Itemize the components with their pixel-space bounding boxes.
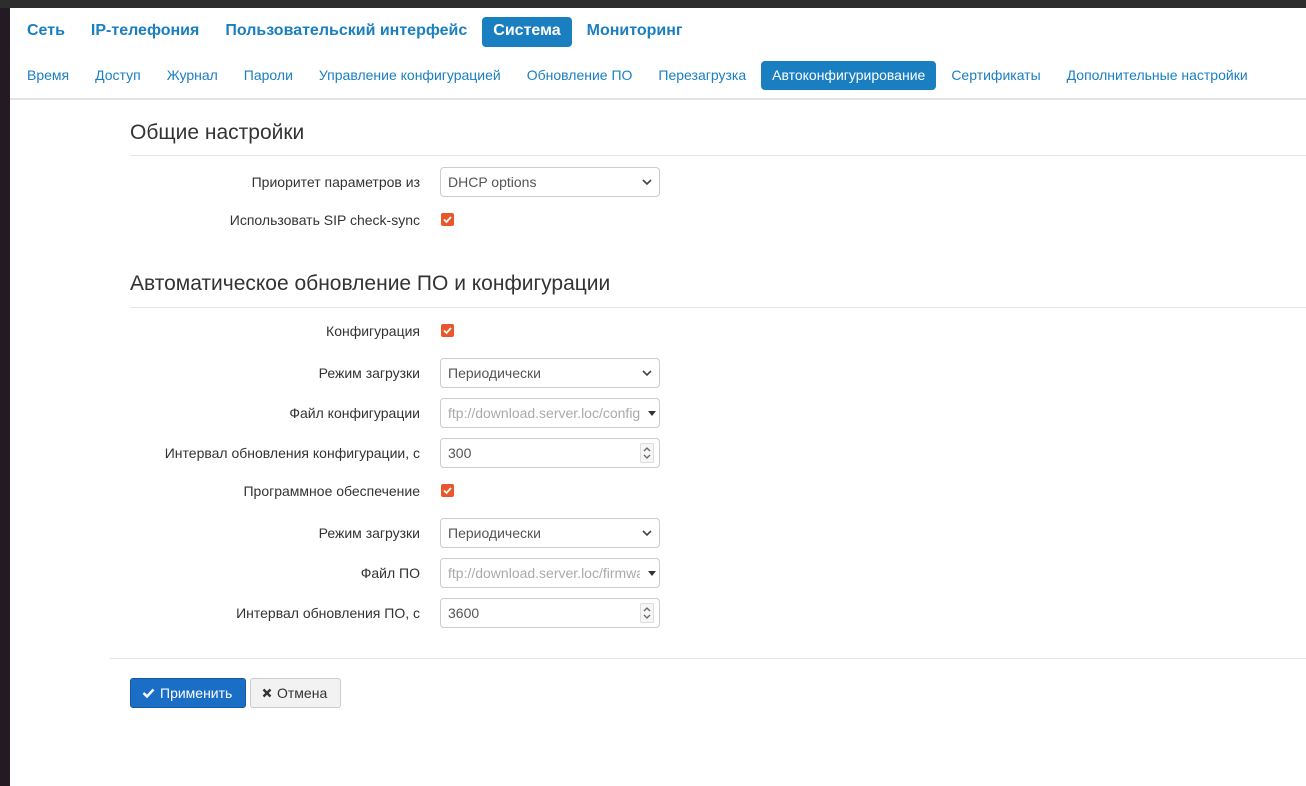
config-file-row: Файл конфигурации ftp://download.server.…	[10, 398, 1306, 428]
sip-check-sync-checkbox[interactable]	[441, 213, 454, 226]
config-interval-value: 300	[448, 445, 472, 461]
sub-nav-log[interactable]: Журнал	[156, 61, 229, 90]
main-nav-network[interactable]: Сеть	[16, 17, 76, 47]
firmware-row: Программное обеспечение	[10, 476, 1306, 506]
window-left-frame	[0, 8, 10, 786]
firmware-interval-value: 3600	[448, 605, 480, 621]
sub-nav-time[interactable]: Время	[16, 61, 80, 90]
nav-divider	[10, 98, 1306, 100]
main-nav-ip-telephony[interactable]: IP-телефония	[80, 17, 210, 47]
check-icon	[443, 216, 452, 224]
number-spinner[interactable]	[640, 603, 654, 623]
sip-check-sync-row: Использовать SIP check-sync	[10, 205, 1306, 235]
general-settings-title: Общие настройки	[130, 121, 305, 144]
apply-button-label: Применить	[160, 685, 233, 701]
config-interval-row: Интервал обновления конфигурации, с 300	[10, 438, 1306, 468]
section-divider	[130, 307, 1306, 308]
main-nav: Сеть IP-телефония Пользовательский интер…	[16, 17, 698, 47]
firmware-file-row: Файл ПО ftp://download.server.loc/firmwa…	[10, 558, 1306, 588]
firmware-label: Программное обеспечение	[243, 483, 420, 499]
config-row: Конфигурация	[10, 316, 1306, 346]
spinner-arrows-icon	[643, 447, 651, 459]
firmware-file-label: Файл ПО	[360, 565, 420, 581]
priority-row: Приоритет параметров из DHCP options	[10, 167, 1306, 197]
window-top-bar	[0, 0, 1306, 8]
firmware-file-value: ftp://download.server.loc/firmware	[448, 565, 640, 581]
cancel-button[interactable]: Отмена	[250, 678, 341, 708]
config-file-value: ftp://download.server.loc/config	[448, 405, 640, 421]
sub-nav-config-management[interactable]: Управление конфигурацией	[308, 61, 512, 90]
config-file-combobox[interactable]: ftp://download.server.loc/config	[440, 398, 660, 428]
number-spinner[interactable]	[640, 443, 654, 463]
sub-nav-advanced-settings[interactable]: Дополнительные настройки	[1056, 61, 1259, 90]
config-label: Конфигурация	[326, 323, 420, 339]
firmware-interval-input[interactable]: 3600	[440, 598, 660, 628]
spinner-arrows-icon	[643, 607, 651, 619]
firmware-mode-select[interactable]: Периодически	[440, 518, 660, 548]
priority-select-value: DHCP options	[448, 174, 537, 190]
config-interval-label: Интервал обновления конфигурации, с	[164, 445, 420, 461]
config-mode-value: Периодически	[448, 365, 541, 381]
firmware-interval-row: Интервал обновления ПО, с 3600	[10, 598, 1306, 628]
sub-nav: Время Доступ Журнал Пароли Управление ко…	[16, 61, 1263, 90]
config-mode-select[interactable]: Периодически	[440, 358, 660, 388]
firmware-interval-label: Интервал обновления ПО, с	[236, 605, 420, 621]
config-checkbox[interactable]	[441, 324, 454, 337]
sub-nav-reboot[interactable]: Перезагрузка	[647, 61, 757, 90]
chevron-down-icon	[642, 370, 652, 377]
sip-check-sync-label: Использовать SIP check-sync	[229, 212, 420, 228]
caret-down-icon[interactable]	[648, 411, 656, 416]
check-icon	[443, 327, 452, 335]
config-mode-label: Режим загрузки	[318, 365, 420, 381]
config-mode-row: Режим загрузки Периодически	[10, 358, 1306, 388]
firmware-mode-label: Режим загрузки	[318, 525, 420, 541]
cancel-button-label: Отмена	[277, 685, 328, 701]
check-icon	[443, 487, 452, 495]
sub-nav-firmware-update[interactable]: Обновление ПО	[516, 61, 644, 90]
check-icon	[142, 688, 155, 699]
config-file-label: Файл конфигурации	[289, 405, 420, 421]
chevron-down-icon	[642, 179, 652, 186]
config-interval-input[interactable]: 300	[440, 438, 660, 468]
firmware-checkbox[interactable]	[441, 484, 454, 497]
firmware-mode-value: Периодически	[448, 525, 541, 541]
sub-nav-passwords[interactable]: Пароли	[233, 61, 304, 90]
chevron-down-icon	[642, 530, 652, 537]
sub-nav-access[interactable]: Доступ	[84, 61, 152, 90]
firmware-file-combobox[interactable]: ftp://download.server.loc/firmware	[440, 558, 660, 588]
priority-select[interactable]: DHCP options	[440, 167, 660, 197]
section-divider	[130, 155, 1306, 156]
caret-down-icon[interactable]	[648, 571, 656, 576]
settings-page: Сеть IP-телефония Пользовательский интер…	[10, 8, 1306, 786]
form-footer-divider	[110, 658, 1306, 659]
main-nav-system[interactable]: Система	[482, 17, 572, 47]
sub-nav-autoprovisioning[interactable]: Автоконфигурирование	[761, 61, 937, 90]
sub-nav-certificates[interactable]: Сертификаты	[940, 61, 1051, 90]
apply-button[interactable]: Применить	[130, 678, 246, 708]
main-nav-user-interface[interactable]: Пользовательский интерфейс	[214, 17, 478, 47]
main-nav-monitoring[interactable]: Мониторинг	[576, 17, 694, 47]
close-icon	[262, 688, 272, 698]
auto-update-title: Автоматическое обновление ПО и конфигура…	[130, 272, 611, 295]
priority-label: Приоритет параметров из	[251, 174, 420, 190]
firmware-mode-row: Режим загрузки Периодически	[10, 518, 1306, 548]
